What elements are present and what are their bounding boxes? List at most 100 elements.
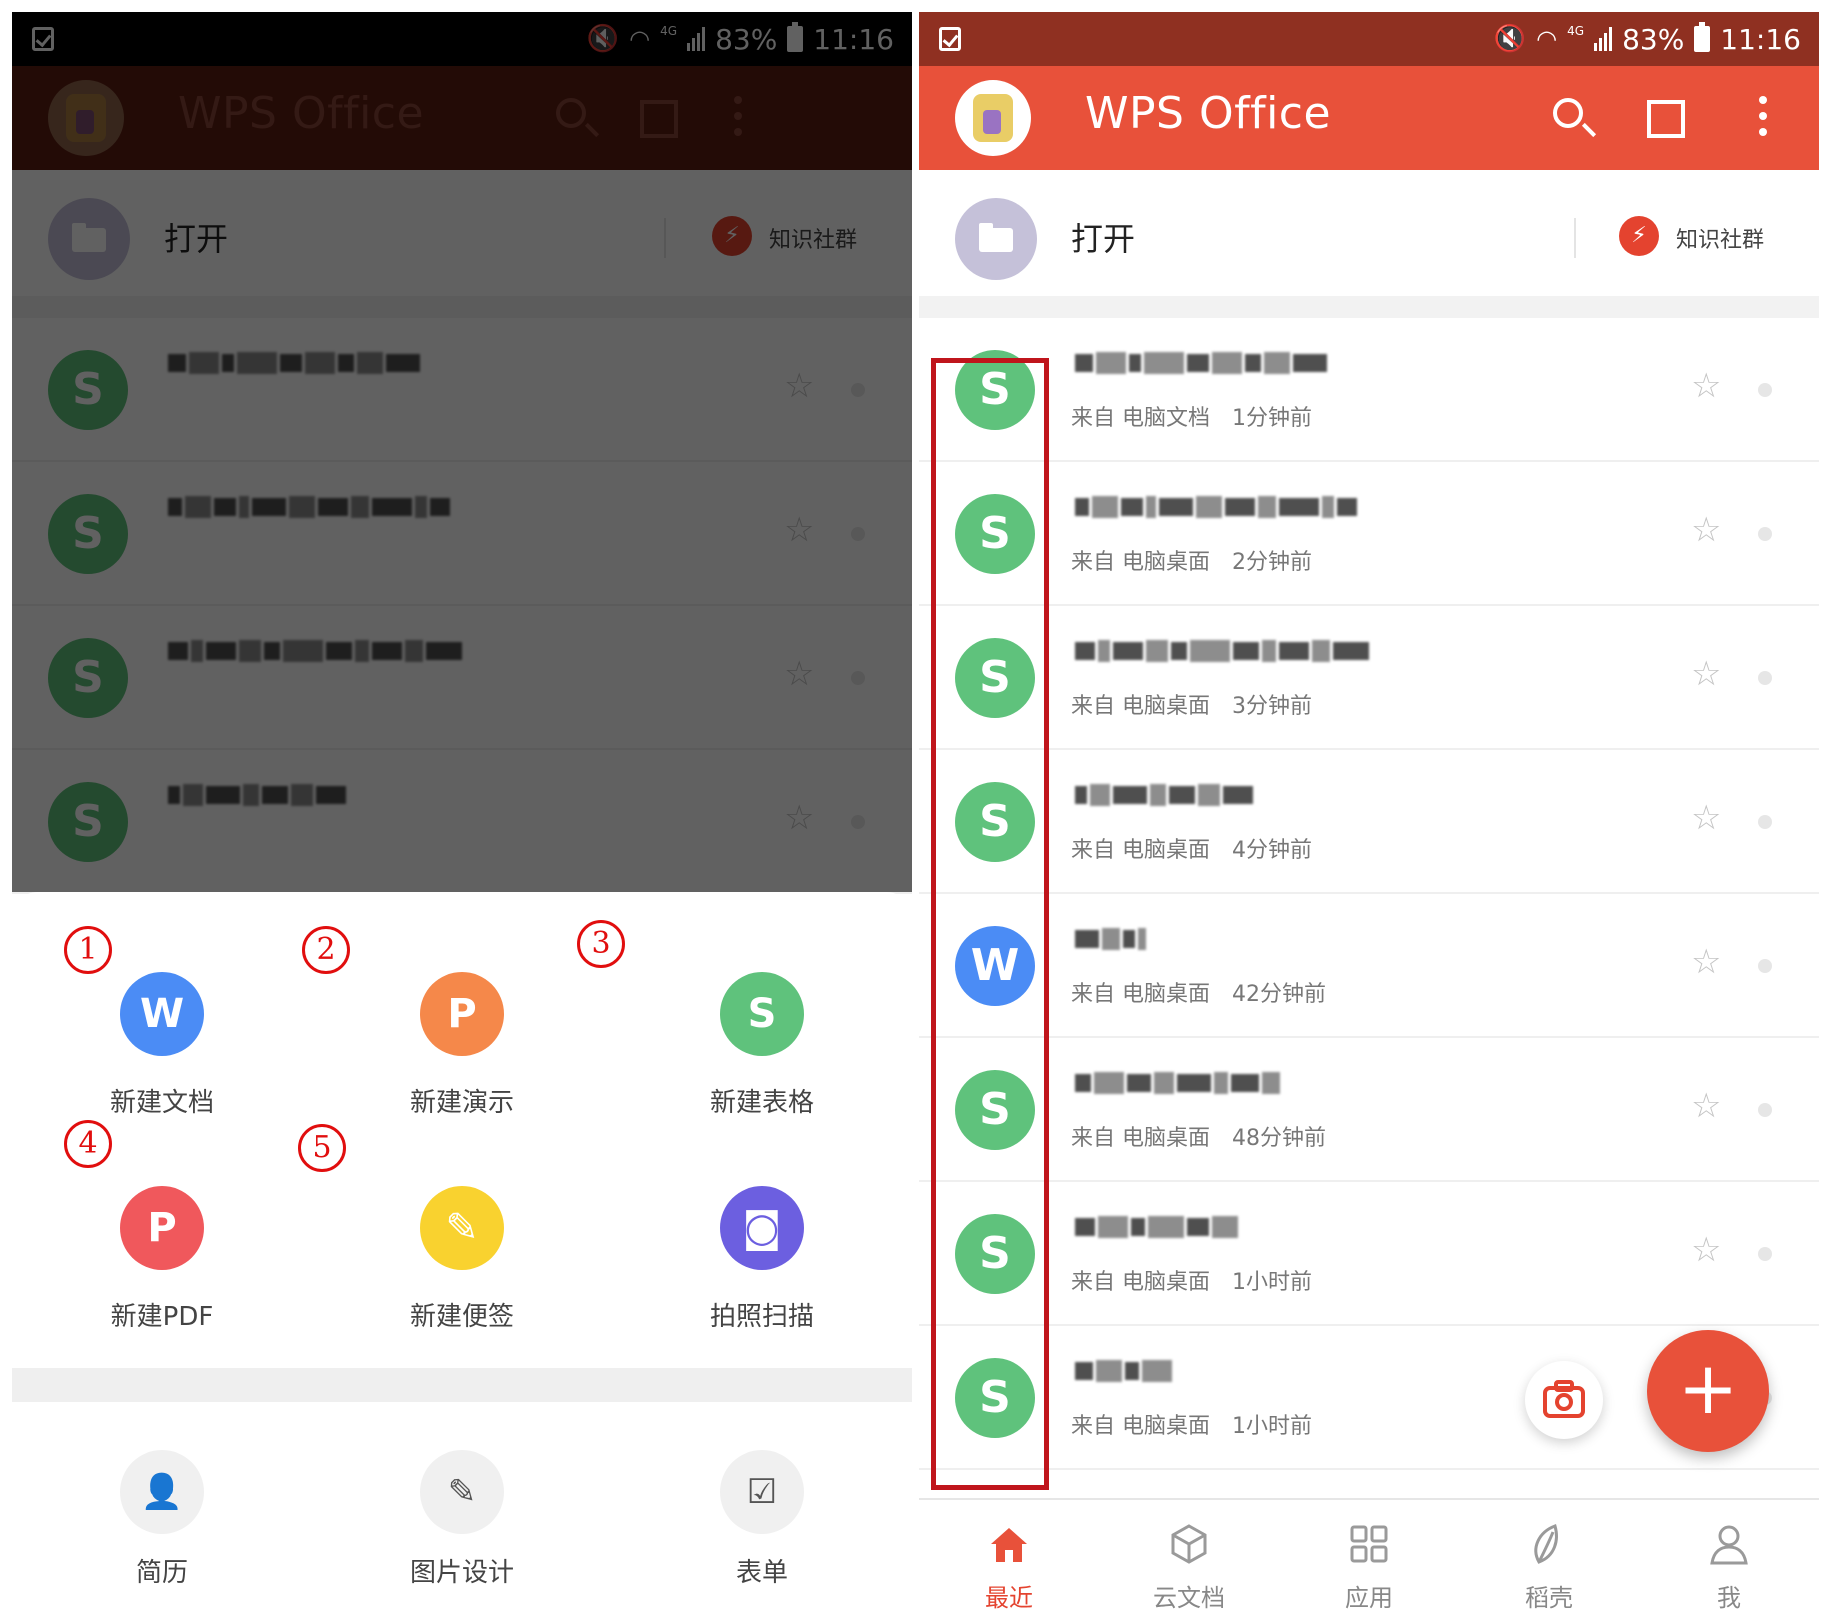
file-name-redacted (1075, 780, 1253, 810)
star-icon[interactable]: ☆ (1691, 1230, 1721, 1270)
template-1[interactable]: 👤 简历 (12, 1402, 312, 1618)
list-item[interactable]: S 来自 电脑文档 1分钟前 ☆ (919, 318, 1819, 462)
file-source: 来自 电脑桌面 (1071, 1414, 1210, 1439)
step-number-annotation: 2 (302, 926, 350, 974)
template-2[interactable]: ✎ 图片设计 (312, 1402, 612, 1618)
new-action-1[interactable]: W 新建文档 (12, 932, 312, 1132)
sync-status-dot (1758, 671, 1772, 685)
action-label: 新建表格 (709, 1088, 814, 1118)
spreadsheet-icon: S (720, 972, 804, 1056)
action-label: 拍照扫描 (709, 1302, 814, 1332)
file-time: 1分钟前 (1232, 406, 1312, 431)
star-icon[interactable]: ☆ (1691, 510, 1721, 550)
action-label: 新建PDF (110, 1302, 214, 1332)
step-number-annotation: 3 (577, 920, 625, 968)
file-name-redacted (1075, 1356, 1172, 1386)
home-icon (985, 1520, 1033, 1568)
file-name-redacted (1075, 636, 1369, 666)
search-icon[interactable] (1545, 92, 1597, 144)
file-meta: 来自 电脑桌面 1小时前 (1071, 1264, 1312, 1296)
right-phone-screen: 🔇 ◠ 4G 83% 11:16 WPS Office 打开 ⚡ 知识社群 S来… (919, 12, 1819, 1618)
list-item[interactable]: W 来自 电脑桌面 42分钟前 ☆ (919, 894, 1819, 1038)
file-name-redacted (1075, 492, 1357, 522)
highlight-annotation-box (931, 358, 1049, 1490)
new-action-grid: W 新建文档 1 P 新建演示 2 S 新建表格 3 P 新建PDF 4 ✎ 新建便签 5 ◙ 拍照扫描 (12, 892, 912, 1358)
more-icon[interactable] (1737, 92, 1789, 144)
tab-cloud-doc[interactable]: 云文档 (1099, 1500, 1279, 1618)
camera-scan-button[interactable] (1525, 1361, 1603, 1439)
add-button[interactable]: + (1647, 1330, 1769, 1452)
file-time: 4分钟前 (1232, 838, 1312, 863)
divider (1574, 218, 1576, 258)
file-name-redacted (1075, 1068, 1280, 1098)
tab-apps[interactable]: 应用 (1279, 1500, 1459, 1618)
template-3[interactable]: ☑ 表单 (612, 1402, 912, 1618)
file-source: 来自 电脑桌面 (1071, 1126, 1210, 1151)
star-icon[interactable]: ☆ (1691, 1086, 1721, 1126)
new-action-3[interactable]: S 新建表格 (612, 932, 912, 1132)
signal-icon (1594, 27, 1613, 51)
note-icon: ✎ (420, 1186, 504, 1270)
resume-icon: 👤 (120, 1450, 204, 1534)
app-bar: WPS Office (919, 66, 1819, 170)
list-item[interactable]: S 来自 电脑桌面 3分钟前 ☆ (919, 606, 1819, 750)
network-type: 4G (1567, 24, 1585, 38)
dim-overlay[interactable] (12, 12, 912, 892)
multi-window-icon[interactable] (1639, 92, 1691, 144)
tab-profile[interactable]: 我 (1639, 1500, 1819, 1618)
step-number-annotation: 4 (64, 1120, 112, 1168)
profile-icon (1705, 1520, 1753, 1568)
new-action-2[interactable]: P 新建演示 (312, 932, 612, 1132)
step-number-annotation: 1 (64, 926, 112, 974)
file-time: 1小时前 (1232, 1270, 1312, 1295)
sync-status-dot (1758, 383, 1772, 397)
tab-home[interactable]: 最近 (919, 1500, 1099, 1618)
sync-status-dot (1758, 959, 1772, 973)
tab-label: 应用 (1345, 1584, 1393, 1612)
file-name-redacted (1075, 348, 1327, 378)
open-label[interactable]: 打开 (1071, 214, 1135, 260)
bottom-tab-bar: 最近 云文档 应用 稻壳 我 (919, 1498, 1819, 1618)
file-source: 来自 电脑桌面 (1071, 694, 1210, 719)
tab-leaf[interactable]: 稻壳 (1459, 1500, 1639, 1618)
new-action-6[interactable]: ◙ 拍照扫描 (612, 1146, 912, 1346)
avatar[interactable] (955, 80, 1031, 156)
sync-status-dot (1758, 1103, 1772, 1117)
template-label: 图片设计 (409, 1558, 514, 1588)
tab-label: 我 (1717, 1584, 1741, 1612)
template-label: 表单 (735, 1558, 788, 1588)
star-icon[interactable]: ☆ (1691, 654, 1721, 694)
star-icon[interactable]: ☆ (1691, 942, 1721, 982)
list-item[interactable]: S 来自 电脑桌面 2分钟前 ☆ (919, 462, 1819, 606)
file-time: 48分钟前 (1232, 1126, 1326, 1151)
community-label[interactable]: 知识社群 (1676, 222, 1764, 254)
action-label: 新建文档 (109, 1088, 214, 1118)
lightning-icon[interactable]: ⚡ (1619, 216, 1659, 256)
list-item[interactable]: S 来自 电脑桌面 48分钟前 ☆ (919, 1038, 1819, 1182)
screenshot-canvas: 🔇 ◠ 4G 83% 11:16 WPS Office 打开 ⚡ 知识社群 S ☆… (0, 0, 1830, 1624)
list-item[interactable]: S来自 电脑桌面1小时前☆ (919, 1182, 1819, 1326)
new-action-5[interactable]: ✎ 新建便签 (312, 1146, 612, 1346)
new-action-4[interactable]: P 新建PDF (12, 1146, 312, 1346)
file-source: 来自 电脑桌面 (1071, 982, 1210, 1007)
folder-icon[interactable] (955, 198, 1037, 280)
tab-label: 云文档 (1153, 1584, 1225, 1612)
left-phone-screen: 🔇 ◠ 4G 83% 11:16 WPS Office 打开 ⚡ 知识社群 S☆… (12, 12, 912, 1618)
checklist-notification-icon (939, 27, 961, 51)
sync-status-dot (1758, 527, 1772, 541)
file-source: 来自 电脑桌面 (1071, 1270, 1210, 1295)
section-gap (919, 296, 1819, 318)
template-label: 简历 (135, 1558, 188, 1588)
star-icon[interactable]: ☆ (1691, 366, 1721, 406)
pdf-icon: P (120, 1186, 204, 1270)
list-item[interactable]: S 来自 电脑桌面 4分钟前 ☆ (919, 750, 1819, 894)
star-icon[interactable]: ☆ (1691, 798, 1721, 838)
file-meta: 来自 电脑桌面 4分钟前 (1071, 832, 1312, 864)
mute-icon: 🔇 (1493, 24, 1527, 54)
action-label: 新建便签 (409, 1302, 514, 1332)
battery-percent: 83% (1622, 22, 1685, 56)
file-meta: 来自 电脑桌面 42分钟前 (1071, 976, 1326, 1008)
tab-label: 稻壳 (1525, 1584, 1573, 1612)
open-row: 打开 ⚡ 知识社群 (919, 170, 1819, 296)
template-grid: 👤 简历 ✎ 图片设计 ☑ 表单 (12, 1402, 912, 1618)
